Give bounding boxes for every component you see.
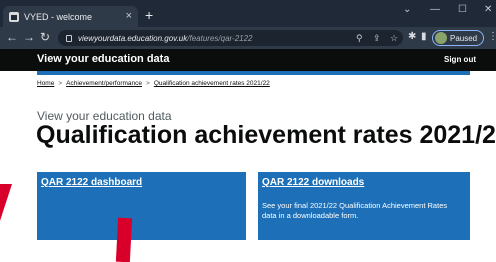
share-icon[interactable]: ⇪ xyxy=(373,30,381,46)
tab-favicon-icon xyxy=(9,11,19,22)
breadcrumb-achievement[interactable]: Achievement/performance xyxy=(66,80,142,87)
lock-icon xyxy=(66,34,72,42)
breadcrumb-separator: > xyxy=(146,80,150,87)
forward-arrow-icon[interactable]: → xyxy=(23,31,35,43)
avatar xyxy=(435,32,447,44)
breadcrumb-qar[interactable]: Qualification achievement rates 2021/22 xyxy=(154,80,270,87)
tab-title: VYED - welcome xyxy=(24,11,93,22)
maximize-button[interactable]: ☐ xyxy=(458,5,467,15)
profile-button[interactable]: Paused xyxy=(432,30,484,46)
close-window-button[interactable]: ✕ xyxy=(484,5,492,15)
tab-close-icon[interactable]: × xyxy=(126,11,132,22)
downloads-description: See your final 2021/22 Qualification Ach… xyxy=(262,201,448,220)
browser-toolbar: ← → ↻ viewyourdata.education.gov.uk/feat… xyxy=(0,27,496,49)
breadcrumb-home[interactable]: Home xyxy=(37,80,54,87)
browser-tab-bar: VYED - welcome × + ⌄ — ☐ ✕ xyxy=(0,0,496,27)
downloads-link[interactable]: QAR 2122 downloads xyxy=(262,177,364,188)
reload-icon[interactable]: ↻ xyxy=(40,31,50,43)
dashboard-card[interactable]: QAR 2122 dashboard xyxy=(37,172,246,240)
minimize-button[interactable]: — xyxy=(430,5,440,15)
breadcrumb: Home > Achievement/performance > Qualifi… xyxy=(37,80,270,87)
tab-search-dropdown-icon[interactable]: ⌄ xyxy=(403,5,411,15)
back-arrow-icon[interactable]: ← xyxy=(6,31,18,43)
bookmark-star-icon[interactable]: ☆ xyxy=(390,30,398,46)
annotation-arrow-left xyxy=(0,184,12,224)
breadcrumb-separator: > xyxy=(58,80,63,87)
header-accent-bar xyxy=(37,71,470,75)
sign-out-link[interactable]: Sign out xyxy=(444,55,476,64)
profile-status: Paused xyxy=(450,33,478,43)
url-path: /features/qar-2122 xyxy=(187,33,253,43)
site-title-link[interactable]: View your education data xyxy=(37,53,169,65)
address-bar[interactable]: viewyourdata.education.gov.uk/features/q… xyxy=(58,30,403,46)
dashboard-link[interactable]: QAR 2122 dashboard xyxy=(41,177,142,188)
search-icon[interactable]: ⚲ xyxy=(356,30,363,46)
downloads-card[interactable]: QAR 2122 downloads See your final 2021/2… xyxy=(258,172,470,240)
browser-tab[interactable]: VYED - welcome × xyxy=(3,6,138,27)
url-domain: viewyourdata.education.gov.uk xyxy=(78,33,188,43)
site-header: View your education data Sign out xyxy=(0,49,496,71)
menu-dots-icon[interactable]: ⋮ xyxy=(488,32,496,42)
page-title: Qualification achievement rates 2021/22 xyxy=(36,121,496,149)
sidebar-icon[interactable]: ▮ xyxy=(421,32,427,42)
extensions-icon[interactable]: ✱ xyxy=(408,32,416,42)
new-tab-button[interactable]: + xyxy=(145,8,153,22)
annotation-arrow-bottom xyxy=(115,217,133,262)
